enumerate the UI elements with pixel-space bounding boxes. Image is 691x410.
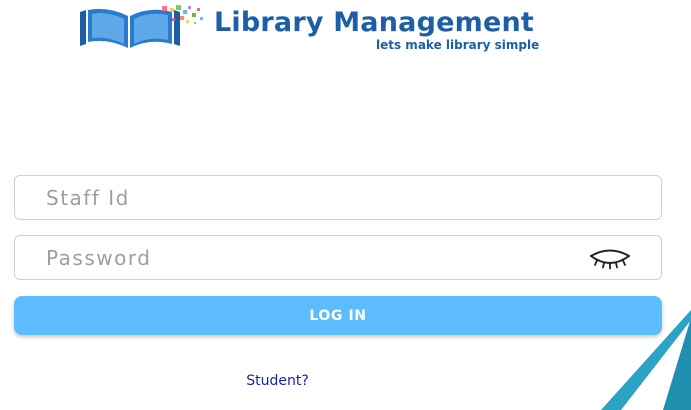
login-screen: Library Management lets make library sim… xyxy=(0,0,691,410)
password-field-container xyxy=(14,235,662,280)
app-title: Library Management xyxy=(214,7,534,38)
staff-id-input[interactable] xyxy=(15,176,661,219)
app-tagline: lets make library simple xyxy=(376,38,540,52)
password-input[interactable] xyxy=(15,236,661,279)
staff-id-field-container xyxy=(14,175,662,220)
brand-header: Library Management lets make library sim… xyxy=(76,4,621,52)
student-login-link[interactable]: Student? xyxy=(0,373,555,389)
login-button[interactable]: LOG IN xyxy=(14,296,662,335)
corner-stripe-decoration xyxy=(601,310,691,410)
closed-eye-icon[interactable] xyxy=(585,247,635,271)
open-book-icon xyxy=(80,5,203,48)
